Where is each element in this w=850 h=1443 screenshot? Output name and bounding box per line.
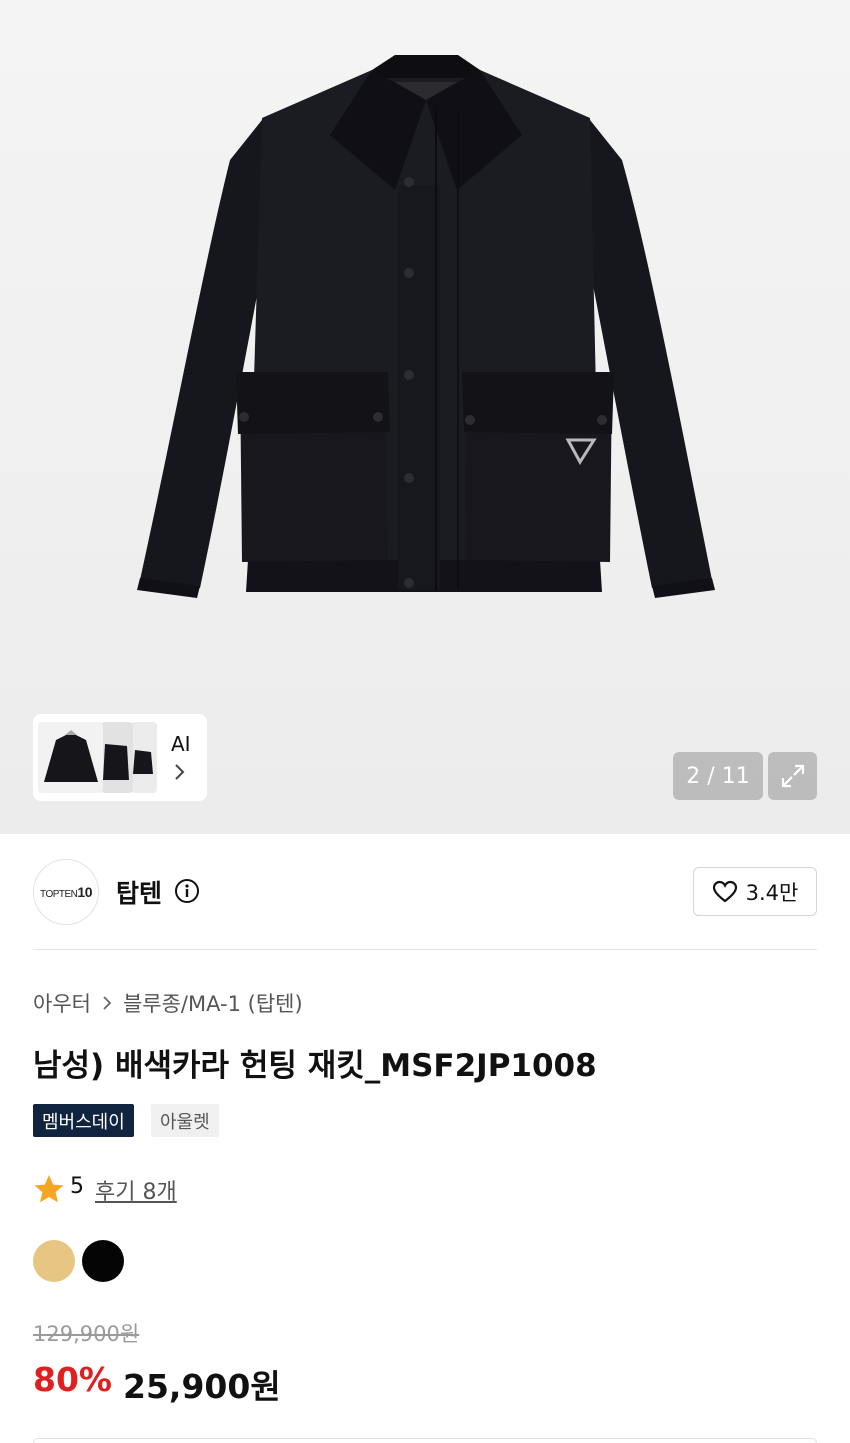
breadcrumb: 아우터 블루종/MA-1 (탑텐) [33,988,303,1018]
discount-rate: 80% [33,1360,112,1399]
thumbnail-1[interactable] [38,722,103,793]
brand-name[interactable]: 탑텐 [116,874,162,910]
ai-label: AI [171,732,191,756]
brand-logo-text: TOPTEN10 [40,884,92,900]
thumbnail-2[interactable] [101,722,133,793]
product-image[interactable] [0,0,850,834]
color-swatch-black[interactable] [82,1240,124,1282]
outlet-badge: 아울렛 [151,1104,219,1137]
image-page-counter: 2 / 11 [673,752,763,800]
product-gallery[interactable]: AI 2 / 11 [0,0,850,834]
expand-button[interactable] [768,752,817,800]
like-button[interactable]: 3.4만 [693,867,817,916]
like-count: 3.4만 [745,880,799,905]
heart-outline-icon [712,880,737,902]
review-count-link[interactable]: 후기 8개 [95,1174,177,1206]
chevron-right-icon [175,764,185,780]
rating-value: 5 [70,1174,84,1199]
info-icon[interactable] [174,878,200,904]
star-icon [34,1175,64,1203]
breadcrumb-item-subcategory[interactable]: 블루종/MA-1 (탑텐) [123,988,303,1018]
brand-logo[interactable]: TOPTEN10 [33,859,99,925]
chevron-right-icon [103,996,112,1010]
sale-price: 25,900원 [123,1367,281,1406]
next-section-edge [33,1438,817,1443]
breadcrumb-item-category[interactable]: 아우터 [33,988,91,1018]
thumbnail-3[interactable] [131,722,157,793]
expand-icon [781,764,804,788]
color-swatch-beige[interactable] [33,1240,75,1282]
original-price: 129,900원 [33,1322,140,1346]
divider [33,949,817,950]
members-day-badge: 멤버스데이 [33,1104,134,1137]
product-title: 남성) 배색카라 헌팅 재킷_MSF2JP1008 [33,1048,597,1084]
ai-thumbnail-strip[interactable]: AI [33,714,207,801]
